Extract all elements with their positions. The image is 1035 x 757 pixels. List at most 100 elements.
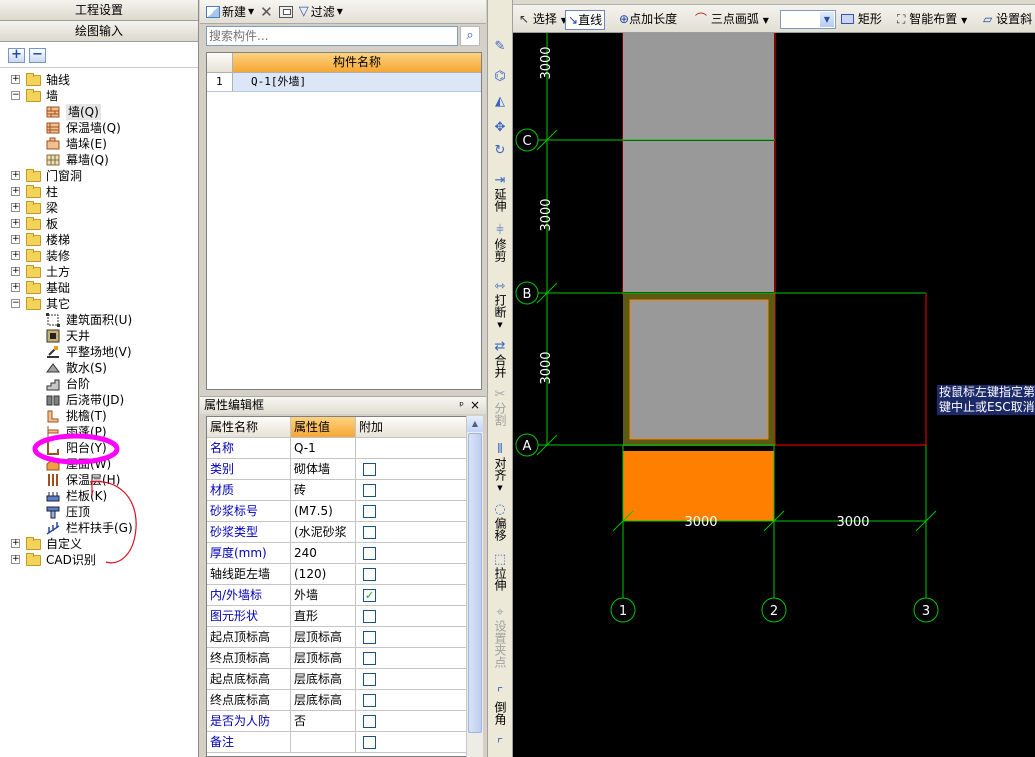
tree-node-foundation[interactable]: + 基础 <box>0 280 198 296</box>
property-row[interactable]: 备注 <box>207 732 466 753</box>
align-button[interactable]: ⫴ 对齐 ▼ <box>492 443 508 495</box>
property-row[interactable]: 图元形状 直形 <box>207 606 466 627</box>
tree-node-wall-pier[interactable]: 墙垛(E) <box>0 136 198 152</box>
extra-checkbox[interactable] <box>363 505 376 518</box>
expand-icon[interactable]: + <box>11 235 20 244</box>
extra-checkbox[interactable] <box>363 463 376 476</box>
chamfer-icon[interactable]: ⌜ <box>492 738 508 752</box>
merge-button[interactable]: ⇄ 合并 <box>492 340 508 379</box>
tree-node-steps[interactable]: 台阶 <box>0 376 198 392</box>
property-row[interactable]: 名称 Q-1 <box>207 438 466 459</box>
expand-icon[interactable]: + <box>11 283 20 292</box>
tree-node-column[interactable]: + 柱 <box>0 184 198 200</box>
property-row[interactable]: 起点底标高 层底标高 <box>207 669 466 690</box>
tree-node-door-window[interactable]: + 门窗洞 <box>0 168 198 184</box>
tree-node-curtain-wall[interactable]: 幕墙(Q) <box>0 152 198 168</box>
property-row[interactable]: 终点底标高 层底标高 <box>207 690 466 711</box>
rotate-icon[interactable]: ↻ <box>492 144 508 158</box>
property-row[interactable]: 内/外墙标 外墙 ✓ <box>207 585 466 606</box>
tree-node-roof[interactable]: 屋面(W) <box>0 456 198 472</box>
pen-tool-icon[interactable]: ✎ <box>492 40 508 54</box>
property-row[interactable]: 类别 砌体墙 <box>207 459 466 480</box>
tree-node-post-cast-strip[interactable]: 后浇带(JD) <box>0 392 198 408</box>
property-value[interactable]: 层底标高 <box>291 690 356 710</box>
expand-icon[interactable]: + <box>11 219 20 228</box>
tree-node-decoration[interactable]: + 装修 <box>0 248 198 264</box>
fillet-button[interactable]: ⌜ 倒角 <box>492 687 508 726</box>
property-value[interactable]: 外墙 <box>291 585 356 605</box>
scroll-up-arrow[interactable]: ▲ <box>467 416 483 432</box>
extra-checkbox[interactable] <box>363 715 376 728</box>
property-value[interactable]: 240 <box>291 543 356 563</box>
extra-checkbox[interactable] <box>363 673 376 686</box>
filter-button[interactable]: ▽ 过滤 ▼ <box>299 3 343 20</box>
expand-icon[interactable]: + <box>11 555 20 564</box>
property-scrollbar[interactable]: ▲ <box>466 416 483 757</box>
extra-checkbox[interactable] <box>363 547 376 560</box>
rectangle-button[interactable]: 矩形 <box>841 10 882 30</box>
extra-checkbox[interactable] <box>363 610 376 623</box>
property-value[interactable]: Q-1 <box>291 438 356 458</box>
tree-node-custom[interactable]: + 自定义 <box>0 536 198 552</box>
extra-checkbox[interactable] <box>363 484 376 497</box>
property-value[interactable]: 层顶标高 <box>291 627 356 647</box>
extend-button[interactable]: ⇥ 延伸 <box>492 174 508 213</box>
smart-layout-button[interactable]: ⛶ 智能布置 ▼ <box>897 10 967 30</box>
expand-icon[interactable]: + <box>11 539 20 548</box>
tree-node-axis[interactable]: + 轴线 <box>0 72 198 88</box>
select-button[interactable]: ↖ 选择 ▼ <box>519 10 567 30</box>
tree-node-other[interactable]: − 其它 <box>0 296 198 312</box>
tree-node-insulation-layer[interactable]: 保温层(H) <box>0 472 198 488</box>
split-button[interactable]: ✂ 分割 <box>492 388 508 427</box>
expand-icon[interactable]: + <box>11 267 20 276</box>
tree-node-parapet[interactable]: 栏板(K) <box>0 488 198 504</box>
property-row[interactable]: 砂浆标号 (M7.5) <box>207 501 466 522</box>
line-button[interactable]: ↘直线 <box>565 10 606 30</box>
property-value[interactable]: 层顶标高 <box>291 648 356 668</box>
flip-icon[interactable]: ◭ <box>492 95 508 109</box>
tree-node-earthwork[interactable]: + 土方 <box>0 264 198 280</box>
drawing-canvas[interactable]: C B A 1 2 3 3000 3000 3000 3000 3000 按鼠标… <box>513 33 1035 757</box>
project-settings-button[interactable]: 工程设置 <box>0 0 198 21</box>
drawing-input-button[interactable]: 绘图输入 <box>0 21 198 42</box>
move-icon[interactable]: ✥ <box>492 121 508 135</box>
expand-icon[interactable]: + <box>11 171 20 180</box>
property-row[interactable]: 砂浆类型 (水泥砂浆 <box>207 522 466 543</box>
tree-node-beam[interactable]: + 梁 <box>0 200 198 216</box>
stretch-button[interactable]: ⬚ 拉伸 <box>492 553 508 592</box>
search-icon[interactable]: ⌕ <box>460 26 480 46</box>
extra-checkbox[interactable] <box>363 652 376 665</box>
expand-icon[interactable]: + <box>11 251 20 260</box>
tree-node-slab[interactable]: + 板 <box>0 216 198 232</box>
three-point-arc-button[interactable]: ⌒ 三点画弧 ▼ <box>695 10 769 30</box>
property-value[interactable]: 砌体墙 <box>291 459 356 479</box>
property-row[interactable]: 是否为人防否 <box>207 711 466 732</box>
extra-checkbox[interactable] <box>363 526 376 539</box>
tree-node-wall[interactable]: − 墙 <box>0 88 198 104</box>
tree-node-wall-q[interactable]: 墙(Q) <box>0 104 198 120</box>
property-value[interactable]: 层底标高 <box>291 669 356 689</box>
property-value[interactable]: 否 <box>291 711 356 731</box>
scroll-thumb[interactable] <box>468 433 482 733</box>
tree-node-courtyard[interactable]: 天井 <box>0 328 198 344</box>
extra-checkbox[interactable]: ✓ <box>363 589 376 602</box>
offset-button[interactable]: ◌ 偏移 <box>492 503 508 542</box>
property-row[interactable]: 材质砖 <box>207 480 466 501</box>
table-row[interactable]: 1 Q-1[外墙] <box>207 73 481 92</box>
new-component-button[interactable]: 新建 ▼ <box>206 3 254 20</box>
tree-node-cornice[interactable]: 挑檐(T) <box>0 408 198 424</box>
tree-node-site-leveling[interactable]: 平整场地(V) <box>0 344 198 360</box>
tree-node-canopy[interactable]: 雨蓬(P) <box>0 424 198 440</box>
settings-slope-button[interactable]: ▱ 设置斜 <box>983 10 1032 30</box>
extra-checkbox[interactable] <box>363 694 376 707</box>
expand-icon[interactable]: + <box>11 75 20 84</box>
copy-component-button[interactable] <box>278 5 293 18</box>
arc-option-dropdown[interactable]: ▼ <box>780 10 836 29</box>
component-search-input[interactable] <box>206 26 458 46</box>
delete-component-button[interactable]: ✕ <box>260 3 273 21</box>
extra-checkbox[interactable] <box>363 736 376 749</box>
property-value[interactable]: 直形 <box>291 606 356 626</box>
collapse-icon[interactable]: − <box>11 299 20 308</box>
expand-all-button[interactable]: + <box>8 48 25 63</box>
tree-node-stair[interactable]: + 楼梯 <box>0 232 198 248</box>
